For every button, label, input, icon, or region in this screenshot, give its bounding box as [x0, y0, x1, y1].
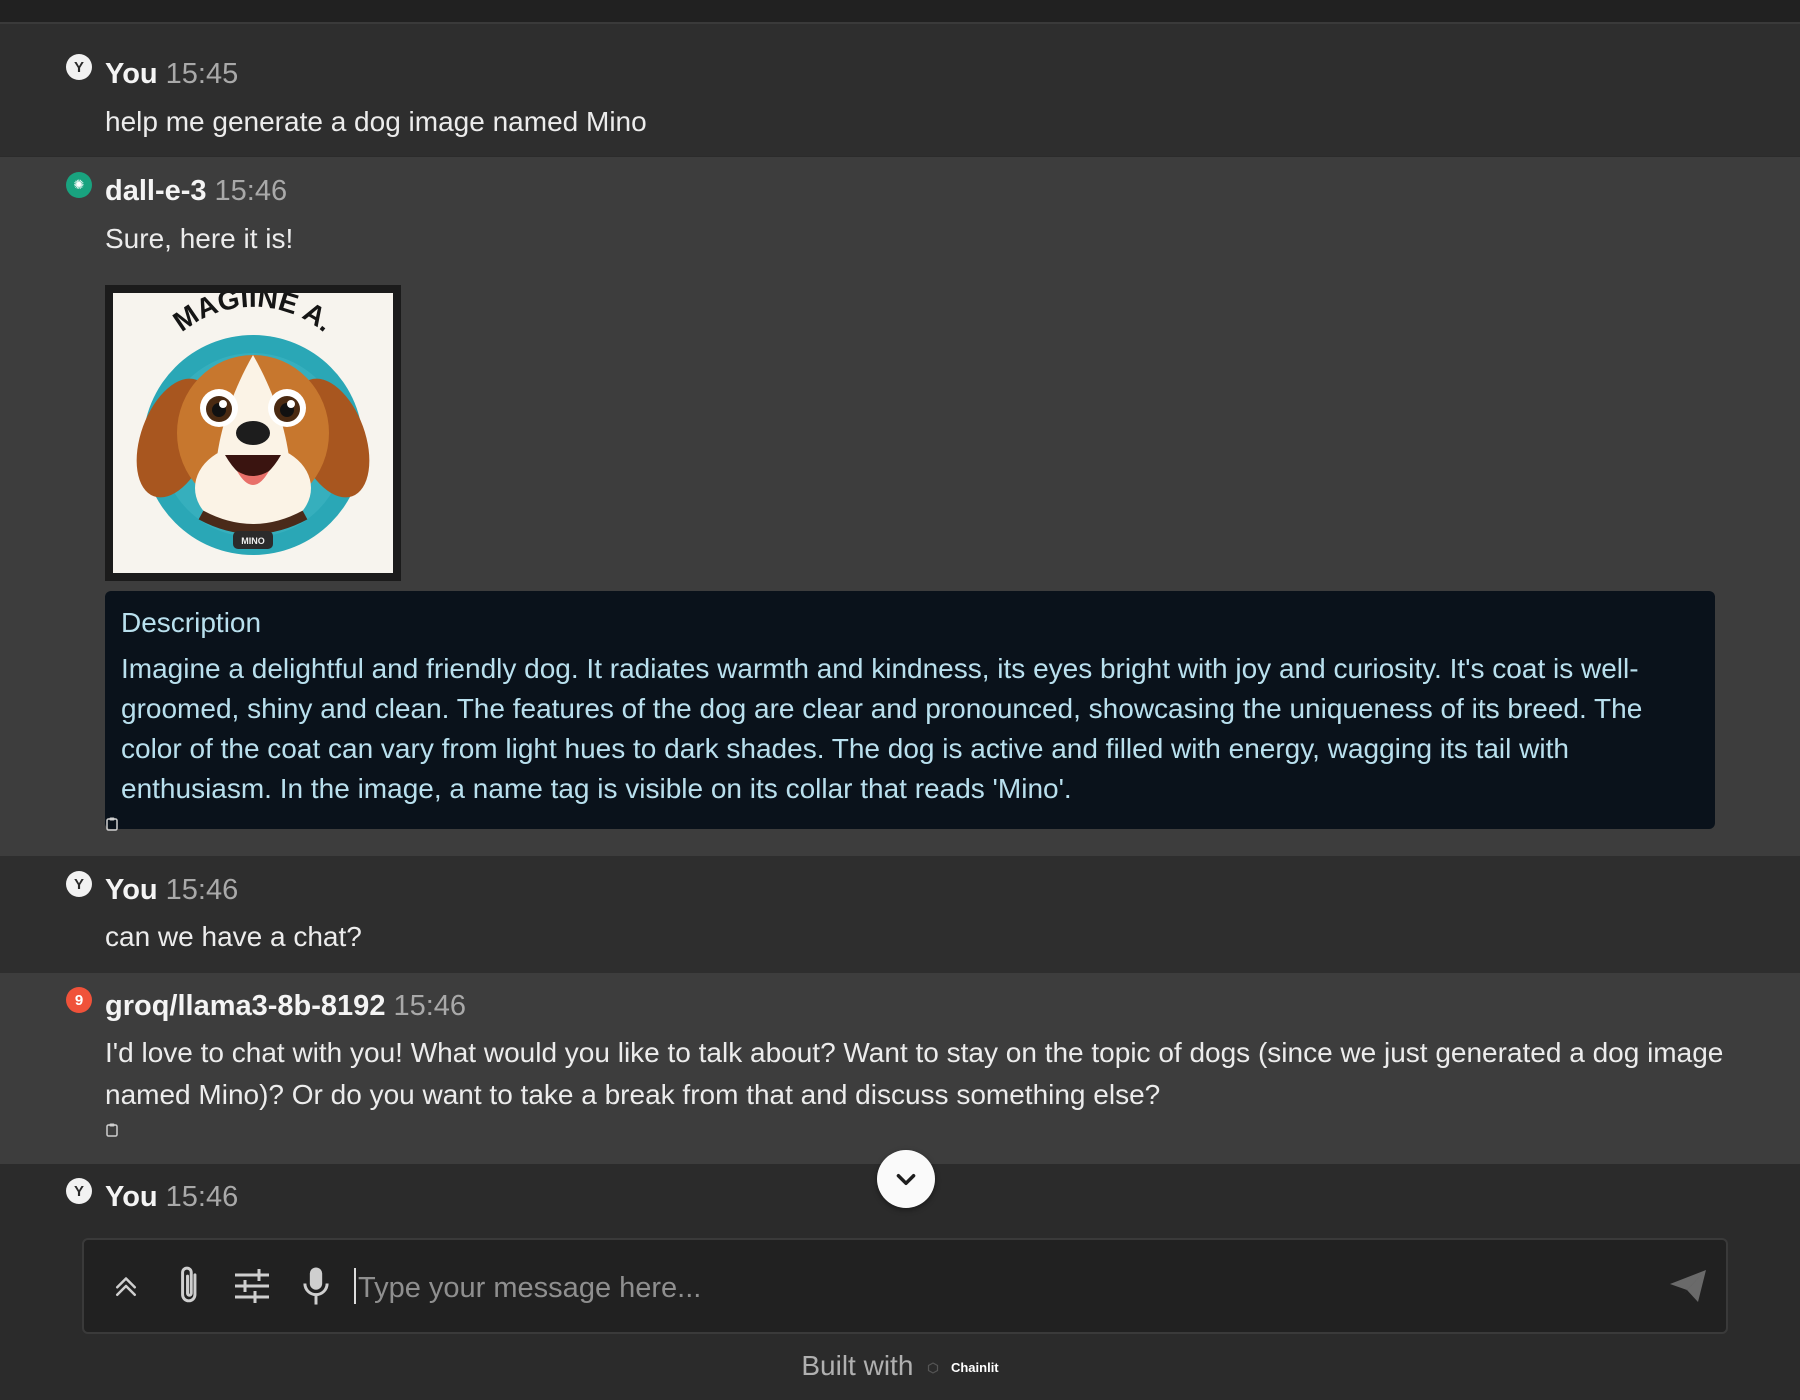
attach-file-button[interactable] — [168, 1262, 212, 1310]
groq-avatar: 9 — [66, 987, 92, 1013]
expand-up-icon — [116, 1277, 136, 1296]
message-author: dall-e-3 — [105, 175, 207, 207]
message-time: 15:45 — [165, 58, 239, 90]
expand-button[interactable] — [104, 1262, 148, 1310]
microphone-icon — [303, 1267, 329, 1305]
settings-button[interactable] — [230, 1262, 274, 1310]
message-time: 15:46 — [214, 175, 288, 207]
message-assistant-groq: 9 groq/llama3-8b-8192 15:46 I'd love to c… — [0, 973, 1800, 1164]
chainlit-logo-icon — [928, 1361, 939, 1374]
voice-input-button[interactable] — [294, 1262, 338, 1310]
user-avatar: Y — [66, 871, 92, 897]
footer: Built with Chainlit — [0, 1350, 1800, 1382]
message-assistant-dalle: ✺ dall-e-3 15:46 Sure, here it is! MINO … — [0, 157, 1800, 856]
message-user-2: Y You 15:46 can we have a chat? — [0, 856, 1800, 973]
message-author: You — [105, 874, 158, 906]
user-avatar: Y — [66, 54, 92, 80]
scroll-to-bottom-button[interactable] — [877, 1150, 935, 1208]
image-arc-text: MAGIINE A. — [167, 293, 339, 338]
svg-text:MAGIINE A.: MAGIINE A. — [167, 293, 339, 338]
settings-sliders-icon — [235, 1269, 269, 1303]
message-time: 15:46 — [165, 874, 239, 906]
message-time: 15:46 — [393, 990, 467, 1022]
message-text: can we have a chat? — [105, 921, 362, 952]
message-author: groq/llama3-8b-8192 — [105, 990, 386, 1022]
message-text: I'd love to chat with you! What would yo… — [105, 1037, 1724, 1110]
chainlit-brand-link[interactable]: Chainlit — [951, 1360, 999, 1375]
message-input[interactable] — [356, 1262, 1660, 1314]
openai-avatar: ✺ — [66, 172, 92, 198]
send-icon — [1670, 1270, 1706, 1302]
message-composer — [82, 1238, 1728, 1334]
message-author: You — [105, 1181, 158, 1213]
description-title: Description — [121, 607, 262, 638]
message-author: You — [105, 58, 158, 90]
copy-icon[interactable] — [106, 817, 118, 831]
user-avatar: Y — [66, 1178, 92, 1204]
description-block: Description Imagine a delightful and fri… — [105, 591, 1715, 829]
message-text: help me generate a dog image named Mino — [105, 106, 647, 137]
message-text: Sure, here it is! — [105, 223, 294, 254]
send-button[interactable] — [1666, 1262, 1710, 1310]
name-tag-text: MINO — [241, 536, 265, 546]
built-with-text: Built with — [801, 1350, 914, 1381]
generated-dog-image[interactable]: MINO MAGIINE A. — [105, 285, 401, 581]
copy-icon[interactable] — [106, 1123, 118, 1137]
message-user-1: Y You 15:45 help me generate a dog image … — [0, 24, 1800, 156]
paperclip-icon — [181, 1266, 197, 1303]
message-time: 15:46 — [165, 1181, 239, 1213]
description-text: Imagine a delightful and friendly dog. I… — [121, 653, 1643, 804]
dog-illustration: MINO MAGIINE A. — [136, 293, 370, 555]
top-bar — [0, 0, 1800, 24]
chevron-down-icon — [896, 1174, 916, 1186]
